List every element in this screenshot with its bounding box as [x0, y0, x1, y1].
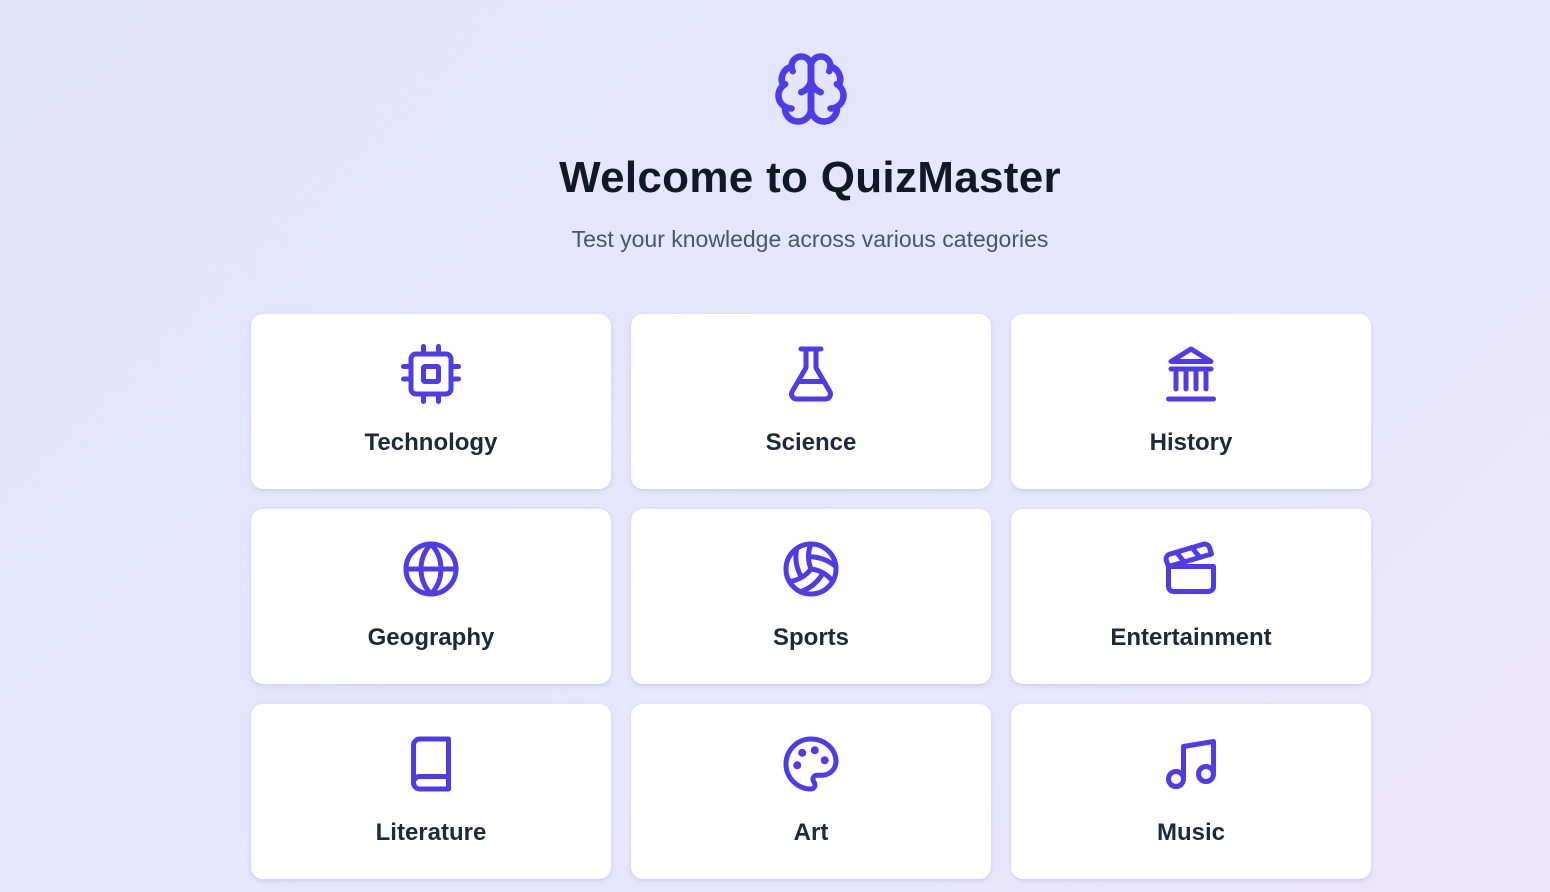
- category-card-geography[interactable]: Geography: [251, 509, 611, 684]
- category-label: Art: [793, 819, 829, 846]
- music-note-icon: [1161, 734, 1221, 794]
- museum-icon: [1161, 344, 1221, 404]
- category-label: History: [1149, 429, 1233, 456]
- category-card-history[interactable]: History: [1011, 314, 1371, 489]
- category-card-science[interactable]: Science: [631, 314, 991, 489]
- category-card-literature[interactable]: Literature: [251, 704, 611, 879]
- book-icon: [401, 734, 461, 794]
- volleyball-icon: [781, 539, 841, 599]
- globe-icon: [401, 539, 461, 599]
- category-label: Science: [765, 429, 857, 456]
- page-subtitle: Test your knowledge across various categ…: [571, 226, 1049, 252]
- brain-icon: [772, 50, 850, 128]
- clapperboard-icon: [1161, 539, 1221, 599]
- category-label: Entertainment: [1110, 624, 1272, 651]
- category-card-technology[interactable]: Technology: [251, 314, 611, 489]
- category-card-music[interactable]: Music: [1011, 704, 1371, 879]
- category-grid: Technology Science History Geography Spo…: [251, 314, 1371, 879]
- category-label: Music: [1156, 819, 1225, 846]
- flask-icon: [781, 344, 841, 404]
- category-card-entertainment[interactable]: Entertainment: [1011, 509, 1371, 684]
- category-card-art[interactable]: Art: [631, 704, 991, 879]
- palette-icon: [781, 734, 841, 794]
- category-label: Sports: [772, 624, 849, 651]
- page-title: Welcome to QuizMaster: [559, 153, 1061, 202]
- cpu-chip-icon: [401, 344, 461, 404]
- category-card-sports[interactable]: Sports: [631, 509, 991, 684]
- category-label: Literature: [375, 819, 487, 846]
- category-label: Geography: [367, 624, 495, 651]
- category-label: Technology: [364, 429, 498, 456]
